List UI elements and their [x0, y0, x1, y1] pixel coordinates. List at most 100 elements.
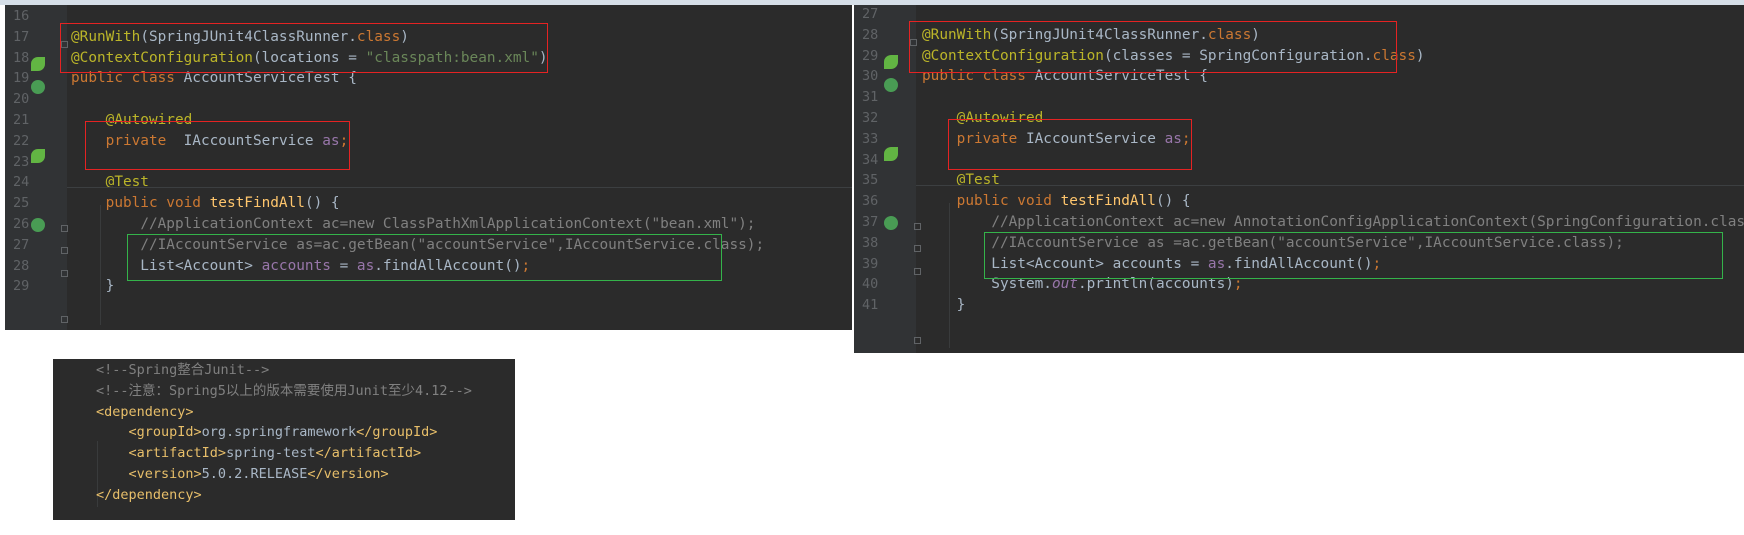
line-number: 41 [862, 297, 879, 314]
spring-autowire-icon[interactable] [31, 149, 45, 163]
code-token: //ApplicationContext ac=new ClassPathXml… [140, 216, 756, 232]
code-text: @Test [71, 171, 149, 194]
code-token: </groupId> [356, 424, 438, 441]
code-token: ) [1415, 47, 1425, 64]
fold-icon[interactable] [61, 270, 68, 277]
code-token: <artifactId> [128, 445, 227, 462]
code-line[interactable]: 37 //ApplicationContext ac=new Annotatio… [854, 211, 1744, 234]
code-text: } [71, 275, 115, 298]
code-token: } [71, 278, 115, 295]
fold-icon[interactable] [914, 223, 921, 230]
green-highlight-comments [127, 234, 722, 281]
right-code-editor[interactable]: 27 28 @RunWith(SpringJUnit4ClassRunner.cla… [854, 5, 1744, 353]
red-highlight-annotations [909, 21, 1397, 73]
code-token: <dependency> [96, 403, 194, 420]
green-highlight-comments [984, 232, 1723, 279]
red-highlight-autowired [85, 121, 350, 170]
line-number: 17 [13, 28, 30, 45]
code-token: </dependency> [96, 486, 202, 503]
line-number: 39 [862, 255, 879, 272]
fold-icon[interactable] [61, 247, 68, 254]
code-text: <!--Spring整合Junit--> [96, 362, 269, 378]
code-token: } [922, 297, 966, 314]
code-line[interactable]: <!--注意：Spring5以上的版本需要使用Junit至少4.12--> [96, 380, 472, 403]
code-token: <!--注意：Spring5以上的版本需要使用Junit至少4.12--> [96, 382, 472, 399]
line-number: 24 [13, 174, 30, 191]
code-token: testFindAll [209, 195, 305, 212]
code-text: <!--注意：Spring5以上的版本需要使用Junit至少4.12--> [96, 383, 472, 399]
code-text: <groupId>org.springframework</groupId> [96, 424, 438, 441]
run-test-method-icon[interactable] [31, 218, 45, 232]
code-text: //ApplicationContext ac=new AnnotationCo… [922, 211, 1744, 234]
line-number: 28 [13, 257, 30, 274]
code-token: <!--Spring整合Junit--> [96, 362, 270, 378]
code-line[interactable]: 20 [5, 88, 852, 111]
code-line[interactable]: <dependency> [96, 401, 194, 424]
fold-icon[interactable] [61, 225, 68, 232]
line-number: 29 [13, 278, 30, 295]
line-number: 36 [862, 193, 879, 210]
code-token: public void [956, 193, 1061, 210]
pom-xml-snippet[interactable]: <!--Spring整合Junit--> <!--注意：Spring5以上的版本需… [53, 359, 515, 520]
code-text: <artifactId>spring-test</artifactId> [96, 445, 422, 462]
line-number: 32 [862, 110, 879, 126]
code-token: () { [1155, 193, 1191, 210]
run-test-icon[interactable] [31, 80, 45, 94]
code-line[interactable]: <groupId>org.springframework</groupId> [96, 421, 438, 444]
code-line[interactable]: 35 @Test [854, 169, 1744, 192]
code-token: testFindAll [1060, 193, 1156, 210]
line-number: 38 [862, 234, 879, 251]
code-token: public void [105, 195, 210, 212]
code-token: () { [304, 195, 340, 212]
code-line[interactable]: 31 [854, 86, 1744, 109]
code-token: org.springframework [201, 424, 357, 441]
line-number: 28 [862, 26, 879, 43]
code-line[interactable]: 41 } [854, 294, 1744, 317]
line-number: 21 [13, 112, 30, 128]
code-text: public void testFindAll() { [71, 192, 340, 215]
code-line[interactable]: 36 public void testFindAll() { [854, 190, 1744, 213]
code-line[interactable]: 25 public void testFindAll() { [5, 192, 852, 215]
code-text: //ApplicationContext ac=new ClassPathXml… [71, 213, 755, 236]
run-test-icon[interactable] [884, 78, 898, 92]
code-token: 5.0.2.RELEASE [201, 466, 308, 482]
code-text: } [922, 294, 966, 317]
code-token: spring-test [226, 445, 316, 462]
line-number: 35 [862, 172, 879, 189]
code-line[interactable]: 24 @Test [5, 171, 852, 194]
fold-icon[interactable] [914, 337, 921, 344]
code-line[interactable]: <!--Spring整合Junit--> [96, 359, 269, 382]
fold-icon[interactable] [914, 245, 921, 252]
code-token: //ApplicationContext ac=new AnnotationCo… [991, 214, 1744, 230]
code-text: public void testFindAll() { [922, 190, 1191, 213]
line-number: 40 [862, 276, 879, 293]
indent-guide [100, 205, 101, 325]
code-line[interactable]: </dependency> [96, 484, 202, 507]
fold-icon[interactable] [914, 268, 921, 275]
run-test-method-icon[interactable] [884, 216, 898, 230]
code-text: <version>5.0.2.RELEASE</version> [96, 466, 389, 482]
spring-bean-icon[interactable] [884, 55, 898, 69]
line-number: 25 [13, 195, 30, 212]
code-line[interactable]: 26 //ApplicationContext ac=new ClassPath… [5, 213, 852, 236]
code-text: @Test [922, 169, 1000, 192]
code-token: <groupId> [128, 424, 202, 441]
code-token: <version> [128, 466, 202, 482]
spring-bean-icon[interactable] [31, 57, 45, 71]
left-code-editor[interactable]: 16 17 @RunWith(SpringJUnit4ClassRunner.cla… [5, 5, 852, 330]
line-number: 27 [13, 236, 30, 253]
spring-autowire-icon[interactable] [884, 147, 898, 161]
code-text: <dependency> [96, 404, 194, 420]
code-line[interactable]: <version>5.0.2.RELEASE</version> [96, 463, 389, 486]
code-line[interactable]: <artifactId>spring-test</artifactId> [96, 442, 422, 465]
fold-icon[interactable] [61, 316, 68, 323]
line-number: 33 [862, 130, 879, 147]
method-separator [67, 187, 852, 188]
